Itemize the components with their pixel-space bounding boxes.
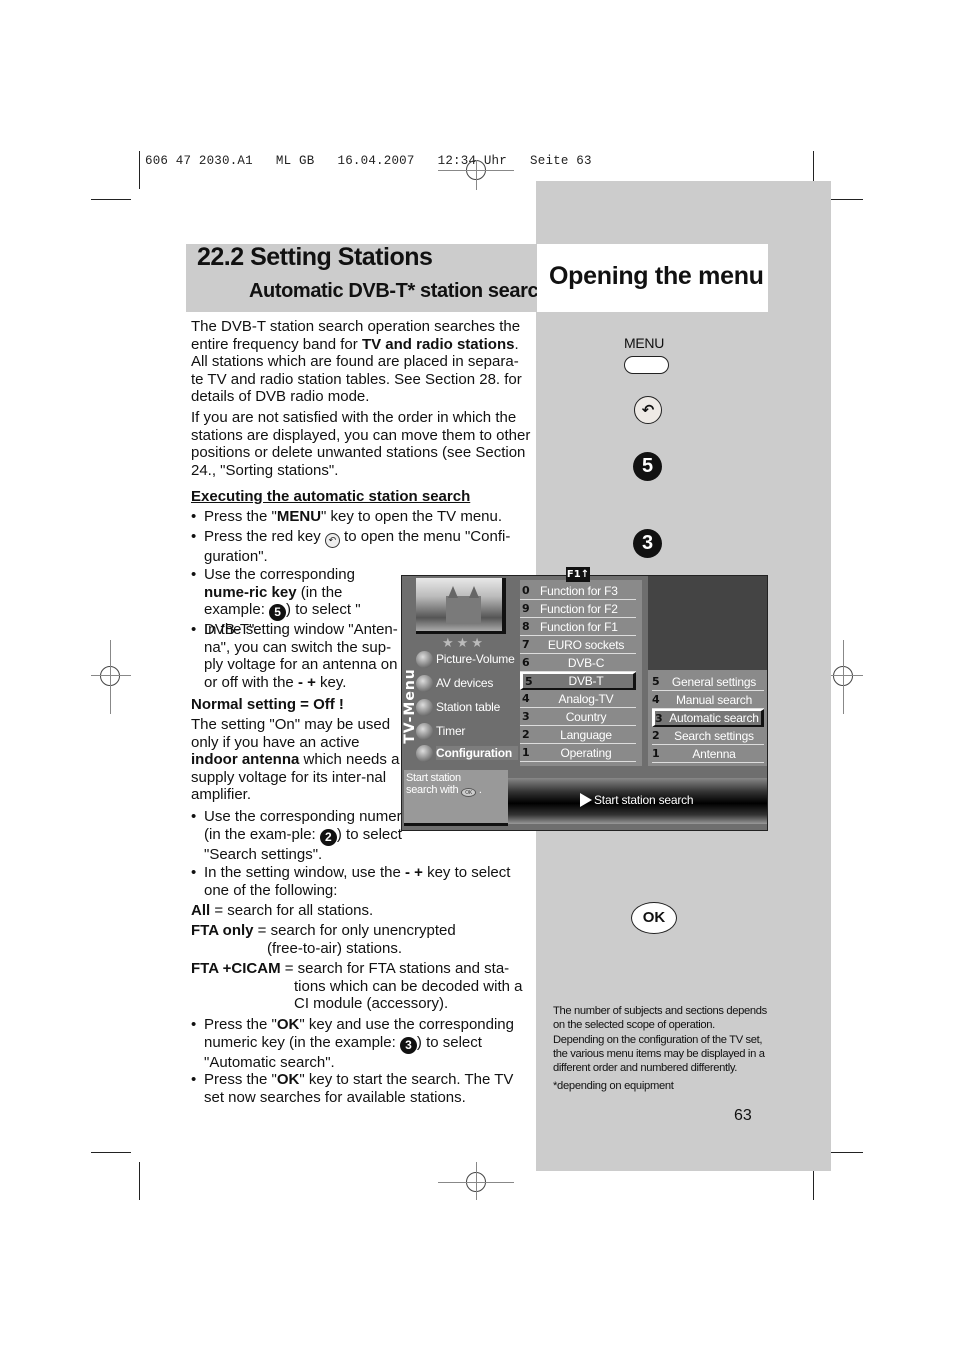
config-item-language[interactable]: 2 Language xyxy=(520,726,636,744)
config-item-country[interactable]: 3 Country xyxy=(520,708,636,726)
section-subtitle: Automatic DVB-T* station search xyxy=(249,280,550,302)
intro-paragraph-2: If you are not satisfied with the order … xyxy=(191,409,531,479)
config-item-operating[interactable]: 1 Operating xyxy=(520,744,636,762)
configuration-submenu: 0 Function for F3 9 Function for F2 8 Funct… xyxy=(520,580,642,766)
main-menu-item-timer[interactable]: Timer xyxy=(416,720,465,742)
f1-tab[interactable]: F1↑ xyxy=(566,567,590,582)
option-fta-cicam-cont-1: tions which can be decoded with a xyxy=(294,978,523,995)
print-header: 606 47 2030.A1 ML GB 16.04.2007 12:34 Uh… xyxy=(145,154,592,168)
preview-area xyxy=(648,576,767,670)
intro-paragraph-1: The DVB-T station search operation searc… xyxy=(191,318,522,406)
help-text: Start station search with OK . xyxy=(406,772,482,797)
step-6: • In the setting window, use the - + key… xyxy=(191,864,511,899)
footnote: *depending on equipment xyxy=(553,1080,674,1092)
dvbt-item-antenna[interactable]: 1 Antenna xyxy=(652,745,764,763)
main-menu-item-configuration[interactable]: Configuration xyxy=(416,742,519,764)
option-fta-cicam-cont-2: CI module (accessory). xyxy=(294,995,449,1012)
number-2-icon: 2 xyxy=(319,828,337,846)
config-item-function-f3[interactable]: 0 Function for F3 xyxy=(520,582,636,600)
option-fta-cicam: FTA +CICAM = search for FTA stations and… xyxy=(191,960,510,977)
red-key-icon: ↶ xyxy=(324,533,340,548)
number-3-icon: 3 xyxy=(399,1036,417,1054)
menu-ball-icon xyxy=(416,674,433,692)
normal-setting: Normal setting = Off ! xyxy=(191,696,344,713)
play-icon xyxy=(580,793,592,807)
option-fta-only: FTA only = search for only unencrypted xyxy=(191,922,456,939)
menu-ball-icon xyxy=(416,722,433,740)
main-menu-item-picture-volume[interactable]: Picture-Volume xyxy=(416,648,515,670)
option-all: All = search for all stations. xyxy=(191,902,374,919)
step-2: • Press the red key ↶ to open the menu "… xyxy=(191,528,511,565)
number-5-key-icon: 5 xyxy=(633,452,662,481)
ok-key-icon: OK xyxy=(631,902,677,934)
menu-ball-icon xyxy=(416,650,433,668)
page-number: 63 xyxy=(734,1107,752,1124)
config-item-function-f2[interactable]: 9 Function for F2 xyxy=(520,600,636,618)
step-7: • Press the "OK" key and use the corresp… xyxy=(191,1016,514,1071)
number-5-icon: 5 xyxy=(269,604,287,622)
menu-ball-icon xyxy=(416,744,433,762)
step-1: • Press the "MENU" key to open the TV me… xyxy=(191,508,503,525)
menu-key-label: MENU xyxy=(624,335,665,351)
section-title: 22.2 Setting Stations xyxy=(197,243,433,271)
config-item-analog-tv[interactable]: 4 Analog-TV xyxy=(520,690,636,708)
dvbt-submenu: 5 General settings 4 Manual search 3 Automa… xyxy=(648,670,767,766)
config-item-euro-sockets[interactable]: 7 EURO sockets xyxy=(520,636,636,654)
main-menu-item-av-devices[interactable]: AV devices xyxy=(416,672,493,694)
start-station-search-button[interactable]: Start station search xyxy=(580,793,694,807)
step-8: • Press the "OK" key to start the search… xyxy=(191,1071,514,1106)
menu-key-icon xyxy=(624,356,669,374)
option-fta-only-cont: (free-to-air) stations. xyxy=(267,940,403,957)
back-key-icon: ↶ xyxy=(634,396,662,424)
picture-thumbnail xyxy=(416,578,506,634)
dvbt-item-automatic-search[interactable]: 3 Automatic search xyxy=(652,709,764,727)
config-item-function-f1[interactable]: 8 Function for F1 xyxy=(520,618,636,636)
config-item-dvb-c[interactable]: 6 DVB-C xyxy=(520,654,636,672)
right-title: Opening the menu xyxy=(549,262,764,290)
menu-ball-icon xyxy=(416,698,433,716)
side-note: The number of subjects and sections depe… xyxy=(553,1005,767,1075)
dvbt-item-general-settings[interactable]: 5 General settings xyxy=(652,673,764,691)
indoor-antenna-note: The setting "On" may be used only if you… xyxy=(191,716,400,804)
number-3-key-icon: 3 xyxy=(633,529,662,558)
step-4: • In the setting window "Anten-na", you … xyxy=(191,621,398,691)
ok-mini-icon: OK xyxy=(461,788,477,797)
step-3: • Use the corresponding nume-ric key (in… xyxy=(191,566,361,639)
dvbt-item-manual-search[interactable]: 4 Manual search xyxy=(652,691,764,709)
tv-menu-screen: ★★★ TV-Menu Picture-Volume AV devices St… xyxy=(401,575,768,831)
dvbt-item-search-settings[interactable]: 2 Search settings xyxy=(652,727,764,745)
config-item-dvb-t[interactable]: 5 DVB-T xyxy=(520,672,636,690)
procedure-heading: Executing the automatic station search xyxy=(191,488,471,505)
main-menu-item-station-table[interactable]: Station table xyxy=(416,696,500,718)
